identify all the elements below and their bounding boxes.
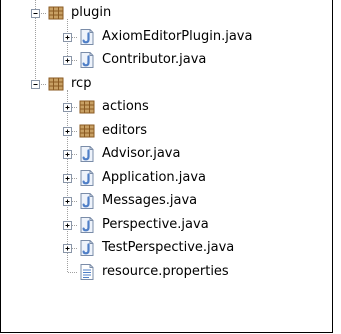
package-icon xyxy=(47,75,65,93)
tree-item-advisor-java[interactable]: Advisor.java xyxy=(1,142,332,166)
package-icon xyxy=(78,122,96,140)
tree-item-actions[interactable]: actions xyxy=(1,95,332,119)
tree-item-plugin[interactable]: plugin xyxy=(1,1,332,25)
properties-file-icon xyxy=(78,263,96,281)
java-file-icon xyxy=(78,51,96,69)
java-file-icon xyxy=(78,216,96,234)
tree-item-label: Messages.java xyxy=(102,193,198,208)
tree-item-application-java[interactable]: Application.java xyxy=(1,166,332,190)
package-explorer-panel: plugin AxiomEditorPlugin.java Contributor.… xyxy=(0,0,333,333)
java-file-icon xyxy=(78,28,96,46)
tree-item-perspective-java[interactable]: Perspective.java xyxy=(1,213,332,237)
expand-toggle-icon[interactable] xyxy=(63,173,72,183)
tree-item-label: Application.java xyxy=(102,169,207,185)
tree-item-label: AxiomEditorPlugin.java xyxy=(102,28,253,44)
collapse-toggle-icon[interactable] xyxy=(31,79,40,89)
java-file-icon xyxy=(78,169,96,187)
expand-toggle-icon[interactable] xyxy=(63,150,72,159)
tree-item-editors[interactable]: editors xyxy=(1,119,332,143)
expand-toggle-icon[interactable] xyxy=(63,56,72,65)
tree-item-label: Advisor.java xyxy=(102,146,181,161)
expand-toggle-icon[interactable] xyxy=(63,197,72,206)
tree-item-axiomeditorplugin-java[interactable]: AxiomEditorPlugin.java xyxy=(1,25,332,49)
expand-toggle-icon[interactable] xyxy=(63,126,72,136)
collapse-toggle-icon[interactable] xyxy=(31,9,40,18)
expand-toggle-icon[interactable] xyxy=(63,244,72,253)
tree-item-label: Perspective.java xyxy=(102,216,209,232)
expand-toggle-icon[interactable] xyxy=(63,220,72,230)
tree-item-label: actions xyxy=(102,99,149,114)
tree-item-label: TestPerspective.java xyxy=(102,240,235,255)
expand-toggle-icon[interactable] xyxy=(63,32,72,42)
package-tree: plugin AxiomEditorPlugin.java Contributor.… xyxy=(1,0,332,332)
java-file-icon xyxy=(78,145,96,163)
java-file-icon xyxy=(78,239,96,257)
tree-item-label: Contributor.java xyxy=(102,52,207,67)
package-icon xyxy=(47,4,65,22)
tree-item-rcp[interactable]: rcp xyxy=(1,72,332,96)
tree-item-contributor-java[interactable]: Contributor.java xyxy=(1,48,332,72)
tree-item-label: plugin xyxy=(71,5,112,20)
expand-toggle-icon[interactable] xyxy=(63,103,72,112)
tree-item-testperspective-java[interactable]: TestPerspective.java xyxy=(1,236,332,260)
package-icon xyxy=(78,98,96,116)
tree-item-label: resource.properties xyxy=(102,263,229,279)
tree-item-messages-java[interactable]: Messages.java xyxy=(1,189,332,213)
tree-item-label: rcp xyxy=(71,75,92,91)
tree-item-resource-properties[interactable]: resource.properties xyxy=(1,260,332,284)
tree-item-label: editors xyxy=(102,122,148,138)
java-file-icon xyxy=(78,192,96,210)
